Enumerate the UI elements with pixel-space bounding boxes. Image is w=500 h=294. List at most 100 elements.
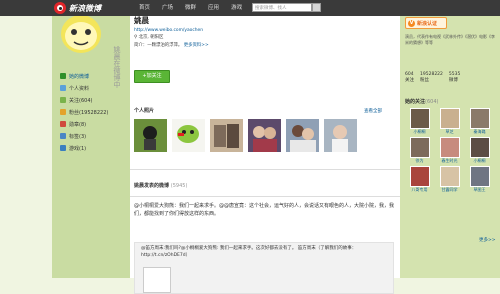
nav-games[interactable]: 游戏 [225,0,248,16]
verified-label: 新浪认证 [417,20,438,27]
sidebar-item-label: 个人资料 [69,85,90,92]
more-info-link[interactable]: 更多资料>> [184,43,209,48]
follows-more-link[interactable]: 更多>> [479,237,496,243]
profile-url-link[interactable]: http://www.weibo.com/yaochen [134,28,203,33]
sidebar-item-label: 她的微博 [69,73,90,80]
follow-item[interactable]: 小桐桐 [465,137,494,164]
photo-thumbnail[interactable] [172,119,205,152]
section-divider [130,169,400,170]
quoted-post: @笛方周末:我们吗?@小桐桐爱大狗熊: 我们一起来求手。这次好都去没有了。 笛方… [134,242,394,294]
follow-item[interactable]: 八哥专用 [405,166,434,193]
stat-posts[interactable]: 5535 微博 [449,72,460,84]
profile-location: 北京, 朝阳区 [138,35,164,41]
logo-text: 新浪微博 [69,3,101,13]
follow-name[interactable]: 徐为 [416,158,424,164]
search-input[interactable]: 搜索微博、找人 [252,3,312,12]
section-divider [130,196,400,197]
nav-apps[interactable]: 应用 [202,0,225,16]
profile-icon [60,85,66,91]
right-sidebar: V 新浪认证 演员，代表作有电视《武林外传》《潜伏》电影《李米的猜想》等等 60… [400,16,500,278]
top-navigation-bar: 新浪微博 首页 广场 微群 应用 游戏 搜索微博、找人 [0,0,500,16]
nav-home[interactable]: 首页 [133,0,156,16]
post-image-thumbnail[interactable] [143,267,171,293]
medal-icon [60,121,66,127]
photo-thumbnail[interactable] [286,119,319,152]
photo-thumbnail[interactable] [248,119,281,152]
follow-avatar[interactable] [469,166,490,187]
follow-item[interactable]: 徐为 [405,137,434,164]
verified-v-icon: V [408,19,415,27]
verified-badge: V 新浪认证 [405,17,447,29]
bio-label: 简介： [134,42,148,48]
follow-avatar[interactable] [439,166,460,187]
follow-name[interactable]: 草芝 [446,129,454,135]
profile-stats: 604 关注 19528222 粉丝 5535 微博 [405,72,460,84]
follow-name[interactable]: 小桐桐 [414,129,426,135]
quoted-post-text: @笛方周末:我们吗?@小桐桐爱大狗熊: 我们一起来求手。这次好都去没有了。 笛方… [141,246,357,258]
sidebar-item-label: 粉丝(19528222) [69,109,109,116]
weibo-logo[interactable]: 新浪微博 [54,2,101,14]
verified-description: 演员，代表作有电视《武林外传》《潜伏》电影《李米的猜想》等等 [405,34,495,45]
sidebar-item-label: 游戏(1) [69,145,87,152]
search-button[interactable] [312,3,321,12]
weibo-eye-icon [54,2,66,14]
profile-vertical-text: 姚晨在微博中 [113,46,121,88]
sidebar-item-fans[interactable]: 粉丝(19528222) [60,106,108,118]
sidebar-menu: 她的微博 个人资料 关注(604) 粉丝(19528222) 勋章(8) 标签(… [60,70,108,154]
sidebar-item-medals[interactable]: 勋章(8) [60,118,108,130]
fans-icon [60,109,66,115]
follow-name[interactable]: 小桐桐 [474,158,486,164]
follow-item[interactable]: 草芝 [435,108,464,135]
post-text: @小桐桐爱大狗熊：我们一起来求手。@@唐宣竟：这个社会，运气好的人，会说话又有眼… [134,203,395,217]
sidebar-item-tags[interactable]: 标签(3) [60,130,108,142]
profile-info: http://www.weibo.com/yaochen ⚲ 北京, 朝阳区 简… [134,27,209,49]
left-sidebar: 姚晨在微博中 她的微博 个人资料 关注(604) 粉丝(19528222) 勋章… [52,16,130,278]
profile-name: 姚晨 [134,16,149,25]
home-icon [60,73,66,79]
follow-avatar[interactable] [469,137,490,158]
sidebar-item-label: 标签(3) [69,133,87,140]
stat-fans[interactable]: 19528222 粉丝 [420,72,443,84]
photo-strip [134,119,357,152]
stat-follows[interactable]: 604 关注 [405,72,414,84]
follow-button[interactable]: +加关注 [134,70,170,83]
follow-avatar[interactable] [409,166,430,187]
sidebar-item-label: 关注(604) [69,97,93,104]
sidebar-item-profile[interactable]: 个人资料 [60,82,108,94]
follow-name[interactable]: 甘露同学 [442,187,458,193]
follow-item[interactable]: 小桐桐 [405,108,434,135]
follow-name[interactable]: 八哥专用 [412,187,428,193]
follow-avatar[interactable] [409,137,430,158]
photo-thumbnail[interactable] [134,119,167,152]
user-avatar[interactable] [58,16,104,56]
follow-item[interactable]: 甘露同学 [435,166,464,193]
nav-groups[interactable]: 微群 [179,0,202,16]
photo-thumbnail[interactable] [210,119,243,152]
follow-avatar[interactable] [409,108,430,129]
follow-name[interactable]: 秦海璐 [474,129,486,135]
follow-item[interactable]: 秦海璐 [465,108,494,135]
main-content: 姚晨 http://www.weibo.com/yaochen ⚲ 北京, 朝阳… [130,16,400,294]
follow-avatar[interactable] [439,137,460,158]
follow-avatar[interactable] [439,108,460,129]
follows-title: 她的关注(604) [405,99,439,105]
sidebar-item-follows[interactable]: 关注(604) [60,94,108,106]
main-nav: 首页 广场 微群 应用 游戏 [133,0,248,16]
tag-icon [60,133,66,139]
sidebar-item-weibo[interactable]: 她的微博 [60,70,108,82]
sidebar-item-label: 勋章(8) [69,121,87,128]
follow-icon [60,97,66,103]
photos-more-link[interactable]: 查看全部 [364,108,382,114]
profile-bio: 一颗漂泊的浮萍。 [147,42,183,48]
nav-square[interactable]: 广场 [156,0,179,16]
follow-avatar[interactable] [469,108,490,129]
photo-thumbnail[interactable] [324,119,357,152]
follow-item[interactable]: 春生时光 [435,137,464,164]
follow-item[interactable]: 草图王 [465,166,494,193]
follow-name[interactable]: 春生时光 [442,158,458,164]
posts-section-title: 姚晨发表的微博 (5945) [134,183,188,189]
follow-name[interactable]: 草图王 [474,187,486,193]
sidebar-item-games[interactable]: 游戏(1) [60,142,108,154]
photos-section-title: 个人照片 [134,108,155,114]
game-icon [60,145,66,151]
